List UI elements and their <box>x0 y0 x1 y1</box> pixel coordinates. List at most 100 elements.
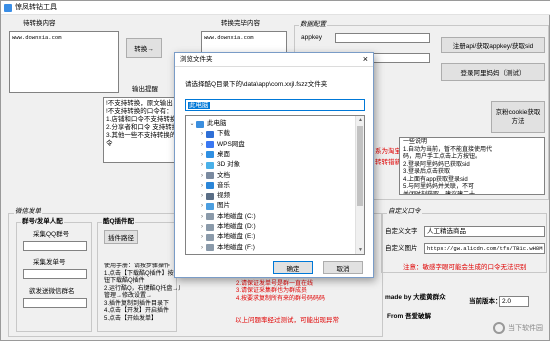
folder-tree-label: 视频 <box>217 192 230 200</box>
appkey-input[interactable] <box>335 33 430 43</box>
drive-icon <box>206 213 214 221</box>
folder-tree-label: 图片 <box>217 202 230 210</box>
folder-tree[interactable]: ⌄ 此电脑 › 下载 › WPS网盘 › 桌面 › 3D 对象 › 文档 › 音乐 › 视频 › 图片 › 本地磁盘 … <box>185 115 365 255</box>
tips-line: 2.分享者和口令 支持转换 <box>106 124 179 131</box>
input-textarea[interactable]: www.downxia.com <box>9 31 119 93</box>
collapsed-chevron-icon[interactable]: › <box>198 232 206 242</box>
usage-line: 管理→修改设置→ <box>104 293 153 299</box>
output-text: www.downxia.com <box>204 34 254 41</box>
config-tip-line: 4.上面有app获取登录sid <box>403 176 468 183</box>
collapsed-chevron-icon[interactable]: › <box>198 243 206 253</box>
version-input[interactable]: 2.0 <box>499 296 529 307</box>
collapsed-chevron-icon[interactable]: › <box>198 171 206 181</box>
folder-tree-item[interactable]: › 桌面 <box>198 150 230 160</box>
custom-text-label: 自定义文字 <box>385 228 418 235</box>
scroll-thumb[interactable] <box>357 126 363 206</box>
version-value: 2.0 <box>502 298 512 305</box>
usage-line: 3.插件复制到插件目录下 <box>104 300 170 307</box>
usage-manual: 使用手册：请按步骤操作 1.点击【下载酷Q插件】按 钮下载酷Q插件 2.运行酷Q，右键… <box>104 263 180 333</box>
collapsed-chevron-icon[interactable]: › <box>198 129 206 139</box>
collect-qq-input[interactable] <box>23 241 87 251</box>
folder-tree-label: 本地磁盘 (C:) <box>217 212 256 220</box>
app-icon <box>4 4 12 12</box>
register-api-button[interactable]: 注册api/获取appkey/获取sid <box>441 37 545 53</box>
config-tip-line: 5.与阿里妈妈并关联，不可 <box>403 184 475 190</box>
collapsed-chevron-icon[interactable]: › <box>198 201 206 211</box>
tips-line: !不支持转换的口令有： <box>106 108 173 115</box>
tree-scrollbar[interactable]: ▲ ▼ <box>355 116 364 254</box>
drive-icon <box>206 233 214 241</box>
usage-line: 使用手册：请按步骤操作 <box>104 263 171 269</box>
collect-qq-label: 采集QQ群号 <box>33 231 70 238</box>
folder-tree-item[interactable]: › 音乐 <box>198 181 230 191</box>
folder-tree-item[interactable]: › 本地磁盘 (E:) <box>198 232 255 242</box>
collapsed-chevron-icon[interactable]: › <box>198 181 206 191</box>
tips-line: 1.店铺和口令不支持转换 <box>106 116 177 123</box>
wechat-group-input[interactable] <box>23 298 87 308</box>
custom-text-value: 人工精选商品 <box>427 228 466 235</box>
red-instruction-line: 2.请保证发单号是群一直在线 <box>236 280 314 287</box>
folder-tree-label: 本地磁盘 (D:) <box>217 223 256 230</box>
usage-line: 2.运行酷Q，右键酷Q托盘→应用→ <box>104 285 180 292</box>
red-instruction-line: 3.请保证采集群也为群成员 <box>236 288 308 294</box>
dialog-ok-button[interactable]: 确定 <box>273 261 313 274</box>
scroll-down-icon[interactable]: ▼ <box>358 247 363 253</box>
usage-line: 钮下载酷Q插件 <box>104 278 145 284</box>
folder-tree-item[interactable]: › WPS网盘 <box>198 140 245 150</box>
sender-label: 采集发单号 <box>33 259 66 266</box>
folder-tree-item[interactable]: › 3D 对象 <box>198 160 240 170</box>
folder-tree-label: WPS网盘 <box>217 140 245 148</box>
config-tip-line: 一些说明 <box>403 139 428 145</box>
config-tip-line: 1.自动为当前，暂不能直接使用代 <box>403 146 493 153</box>
title-bar: 惊凤转钻工具 <box>1 1 550 15</box>
sender-input[interactable] <box>23 269 87 279</box>
selected-folder-field[interactable]: 此电脑 <box>185 99 365 111</box>
plugin-path-button[interactable]: 插件路径 <box>104 230 138 244</box>
folder-tree-item[interactable]: › 图片 <box>198 201 230 211</box>
alimama-login-button[interactable]: 登录阿里妈妈（测试） <box>441 63 545 81</box>
folder-tree-item[interactable]: › 文档 <box>198 171 230 181</box>
scroll-up-icon[interactable]: ▲ <box>358 117 363 123</box>
dialog-close-icon[interactable]: × <box>363 54 368 65</box>
dialog-title-bar: 浏览文件夹 × <box>175 53 373 67</box>
appkey-label: appkey <box>301 34 322 41</box>
red-footer: 以上问题率经过测试，可能出现异常 <box>235 317 339 324</box>
watermark-text: 当下软件园 <box>508 325 543 332</box>
dialog-cancel-button[interactable]: 取消 <box>323 261 363 274</box>
custom-text-input[interactable]: 人工精选商品 <box>424 226 545 237</box>
usage-line: 4.点击【开发】开启插件 <box>104 308 170 314</box>
usage-line: 1.点击【下载酷Q插件】按 <box>104 270 174 277</box>
music-icon <box>206 182 214 190</box>
folder-tree-item[interactable]: › 本地磁盘 (C:) <box>198 212 256 222</box>
folder-tree-item[interactable]: › 本地磁盘 (F:) <box>198 243 255 253</box>
collapsed-chevron-icon[interactable]: › <box>198 140 206 150</box>
collapsed-chevron-icon[interactable]: › <box>198 160 206 170</box>
custom-image-input[interactable]: https://gw.alicdn.com/tfs/TB1c.wH8M <box>424 243 545 254</box>
config-group-label: 数据配置 <box>299 21 327 29</box>
watermark-circle-icon <box>493 322 505 334</box>
config-red-note-2: 转转错新 <box>375 159 401 166</box>
folder-tree-item[interactable]: › 本地磁盘 (D:) <box>198 222 256 232</box>
custom-red-note: 注意：敏感字眼可能会生成的口令无法识别 <box>403 264 527 271</box>
folder-tree-item[interactable]: ⌄ 此电脑 <box>188 119 227 129</box>
collapsed-chevron-icon[interactable]: › <box>198 222 206 232</box>
folder-tree-label: 3D 对象 <box>217 161 241 169</box>
folder-tree-label: 音乐 <box>217 181 230 189</box>
config-tip-line: 码，用户手工点击上方按钮。 <box>403 154 482 160</box>
tips-line: 令 <box>106 140 113 147</box>
expand-chevron-icon[interactable]: ⌄ <box>188 119 196 129</box>
tips-line: !不支持转换，原文输出 <box>106 100 173 107</box>
tips-label: 输出提醒 <box>132 86 158 93</box>
custom-image-value: https://gw.alicdn.com/tfs/TB1c.wH8M <box>427 245 543 252</box>
tips-box: !不支持转换，原文输出 !不支持转换的口令有： 1.店铺和口令不支持转换 2.分享者和… <box>103 97 183 163</box>
config-tip-line: 关闭时刻获取，建议建二十 <box>403 191 476 195</box>
plugin-group-label: 酷Q插件配 <box>102 218 136 226</box>
collapsed-chevron-icon[interactable]: › <box>198 150 206 160</box>
tips-line: 3.其他一些不支持转换的口 <box>106 132 183 139</box>
folder-tree-item[interactable]: › 视频 <box>198 191 230 201</box>
folder-tree-item[interactable]: › 下载 <box>198 129 230 139</box>
jd-cookie-button[interactable]: 京粉cookie获取方法 <box>491 101 545 133</box>
collapsed-chevron-icon[interactable]: › <box>198 191 206 201</box>
collapsed-chevron-icon[interactable]: › <box>198 212 206 222</box>
convert-button[interactable]: 转换→ <box>126 38 162 58</box>
